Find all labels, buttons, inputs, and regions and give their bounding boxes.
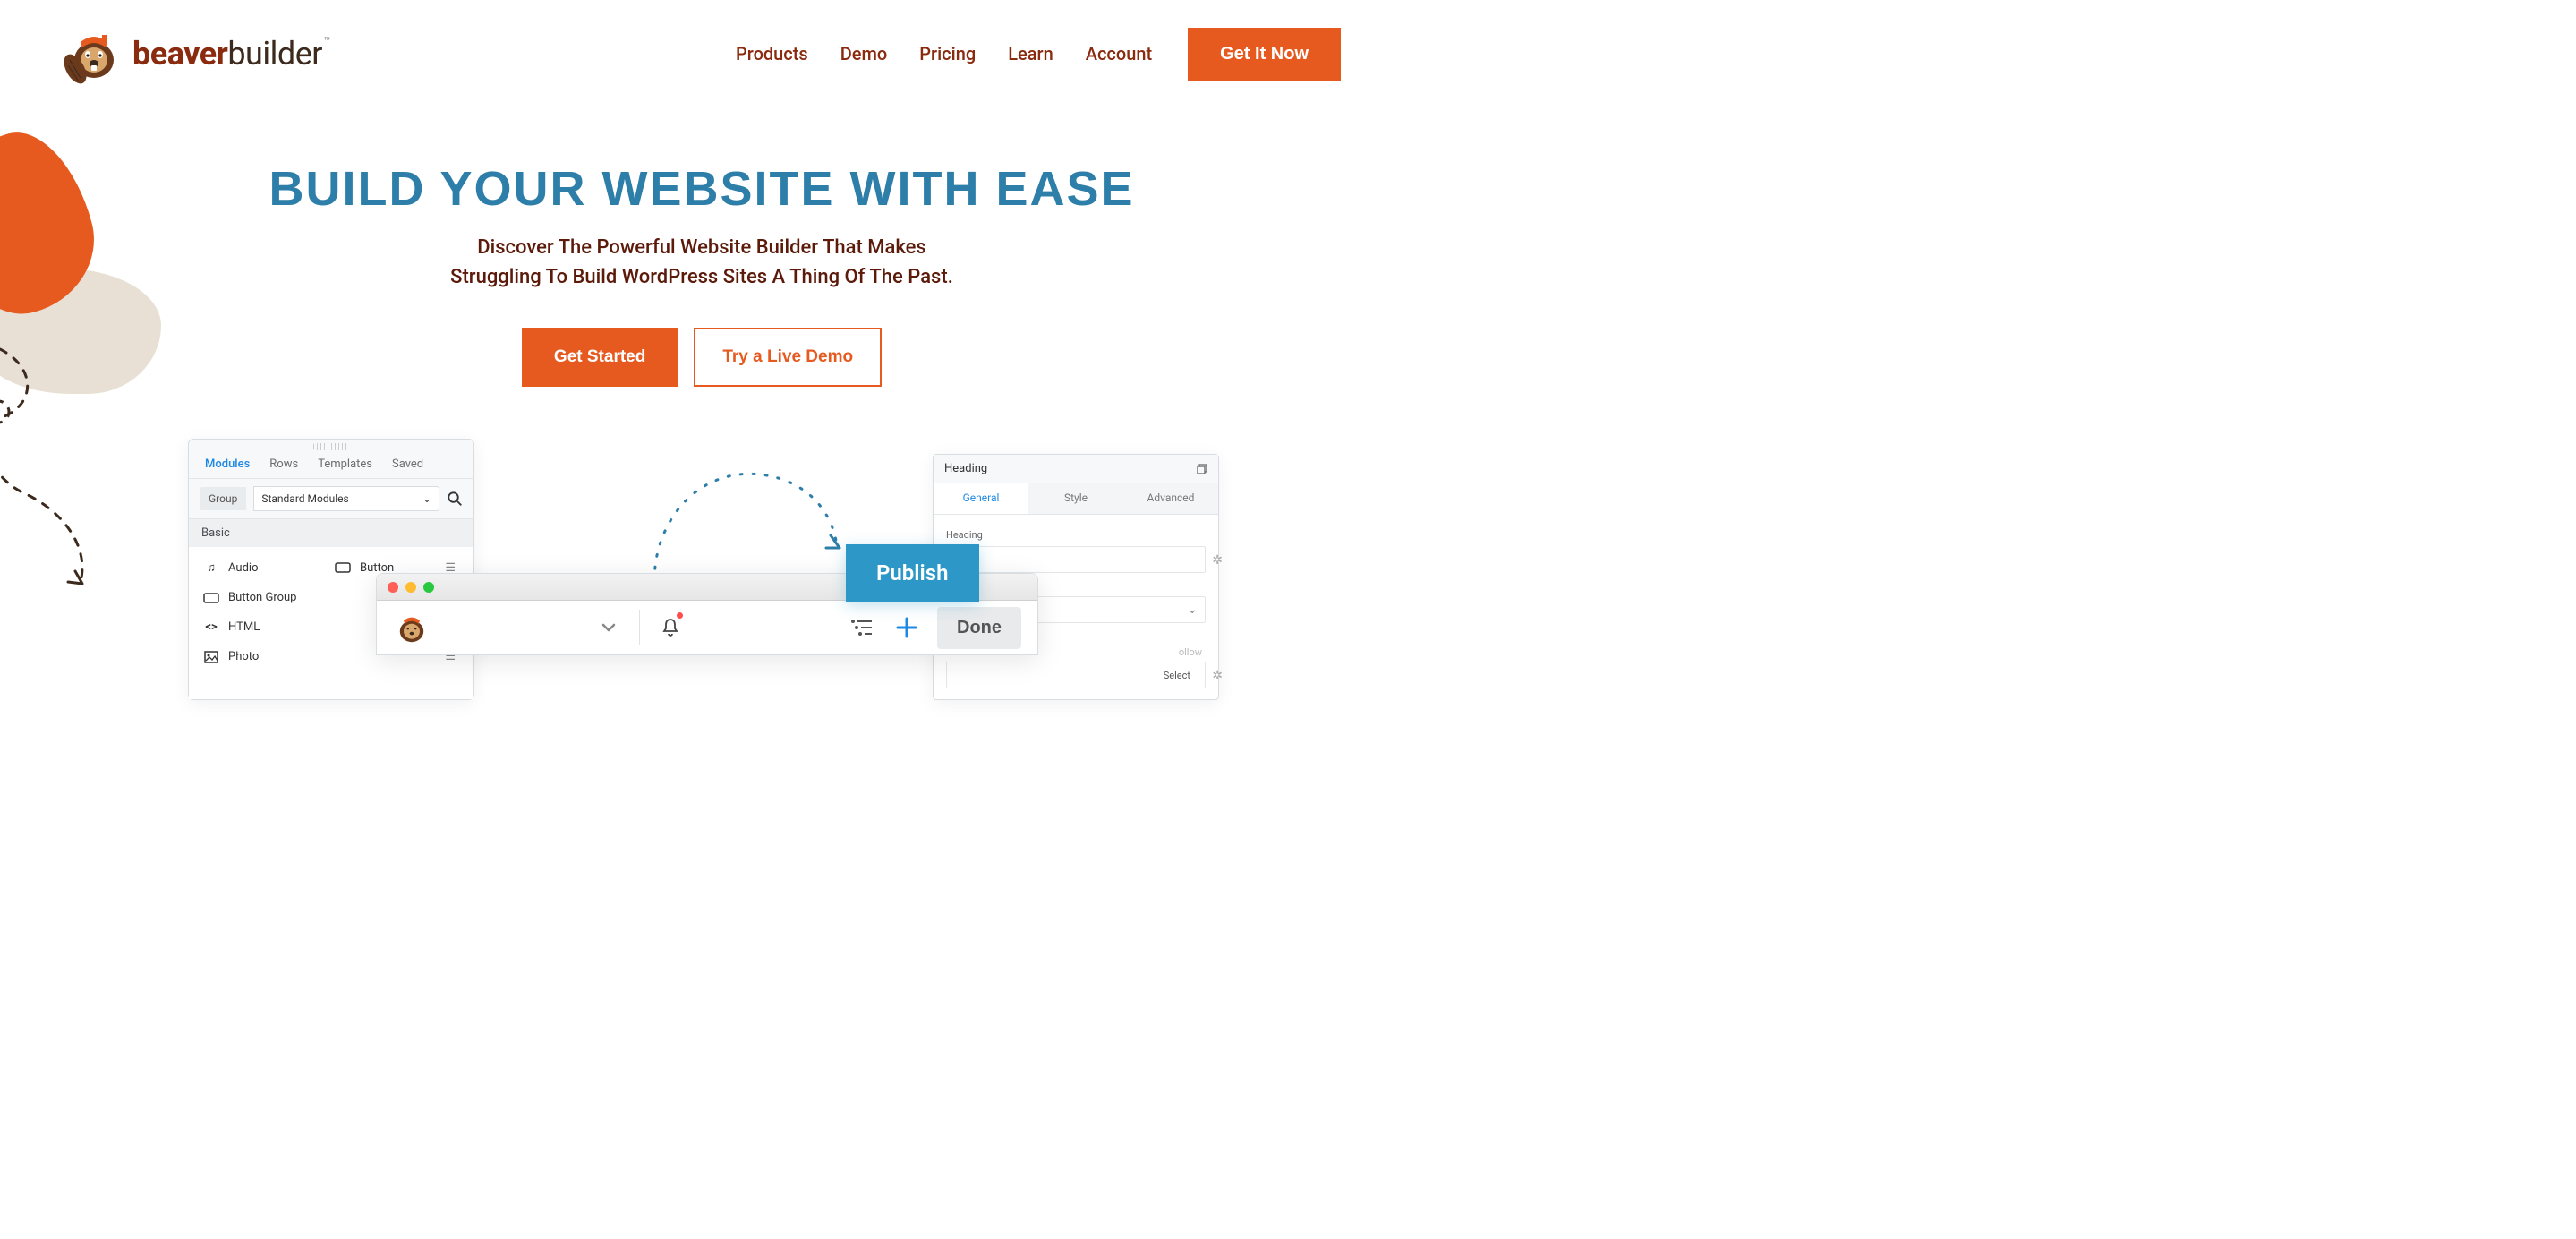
module-button-group[interactable]: Button Group — [200, 583, 331, 612]
tab-advanced[interactable]: Advanced — [1123, 483, 1218, 514]
settings-title: Heading — [944, 462, 987, 475]
tab-style[interactable]: Style — [1028, 483, 1123, 514]
tab-rows[interactable]: Rows — [269, 457, 298, 471]
select-button[interactable]: Select — [1156, 666, 1198, 685]
get-started-button[interactable]: Get Started — [522, 328, 678, 387]
try-demo-button[interactable]: Try a Live Demo — [694, 328, 882, 387]
get-it-now-button[interactable]: Get It Now — [1188, 28, 1341, 81]
modules-panel-tabs: Modules Rows Templates Saved — [189, 450, 473, 479]
main-nav: Products Demo Pricing Learn Account — [736, 43, 1152, 64]
window-close-icon[interactable] — [388, 582, 398, 593]
toolbar-divider — [639, 610, 640, 645]
window-restore-icon[interactable] — [1197, 464, 1207, 474]
site-header: beaverbuilder™ Products Demo Pricing Lea… — [0, 0, 1403, 107]
photo-icon — [203, 651, 219, 663]
tab-general[interactable]: General — [934, 483, 1028, 514]
nav-demo[interactable]: Demo — [840, 43, 888, 64]
settings-tabs: General Style Advanced — [934, 483, 1218, 515]
nav-pricing[interactable]: Pricing — [919, 43, 976, 64]
hero-subtitle: Discover The Powerful Website Builder Th… — [0, 233, 1403, 292]
button-group-icon — [203, 593, 219, 603]
nav-learn[interactable]: Learn — [1008, 43, 1053, 64]
heading-input[interactable]: ✲ — [946, 546, 1206, 573]
decorative-dashed-path — [0, 340, 143, 609]
notifications-icon[interactable] — [656, 613, 685, 642]
button-icon — [335, 562, 351, 573]
tab-modules[interactable]: Modules — [205, 457, 250, 471]
tab-saved[interactable]: Saved — [392, 457, 423, 471]
window-minimize-icon[interactable] — [405, 582, 416, 593]
group-select[interactable]: Standard Modules ⌄ — [253, 486, 439, 511]
search-icon[interactable] — [447, 491, 463, 507]
window-maximize-icon[interactable] — [423, 582, 434, 593]
beaver-logo-icon — [63, 22, 125, 85]
chevron-down-icon[interactable] — [594, 613, 623, 642]
outline-icon[interactable] — [848, 613, 876, 642]
gear-icon[interactable]: ✲ — [1212, 553, 1223, 568]
nav-account[interactable]: Account — [1086, 43, 1152, 64]
notification-dot — [677, 612, 683, 619]
module-photo[interactable]: Photo — [200, 642, 331, 671]
heading-field-label: Heading — [946, 529, 1206, 541]
publish-badge[interactable]: Publish — [846, 544, 979, 602]
html-icon: <> — [203, 620, 219, 634]
builder-toolbar: Done — [377, 601, 1037, 654]
panel-drag-handle[interactable] — [313, 443, 349, 450]
section-basic: Basic — [189, 519, 473, 547]
module-html[interactable]: <> HTML — [200, 612, 331, 642]
group-label: Group — [200, 487, 246, 510]
hero-title: BUILD YOUR WEBSITE WITH EASE — [0, 161, 1403, 217]
tab-templates[interactable]: Templates — [318, 457, 372, 471]
settings-select-with-button[interactable]: Select ✲ — [946, 662, 1206, 688]
beaver-mini-icon[interactable] — [393, 609, 431, 646]
nav-products[interactable]: Products — [736, 43, 808, 64]
done-button[interactable]: Done — [937, 607, 1021, 649]
modules-panel: Modules Rows Templates Saved Group Stand… — [188, 439, 474, 700]
hero-section: BUILD YOUR WEBSITE WITH EASE Discover Th… — [0, 161, 1403, 387]
chevron-down-icon: ⌄ — [422, 492, 431, 505]
logo[interactable]: beaverbuilder™ — [63, 22, 330, 85]
module-audio[interactable]: ♫ Audio — [200, 552, 331, 583]
gear-icon[interactable]: ✲ — [1212, 669, 1223, 683]
logo-text: beaverbuilder™ — [132, 35, 330, 73]
audio-icon: ♫ — [203, 560, 219, 575]
add-content-icon[interactable] — [892, 613, 921, 642]
